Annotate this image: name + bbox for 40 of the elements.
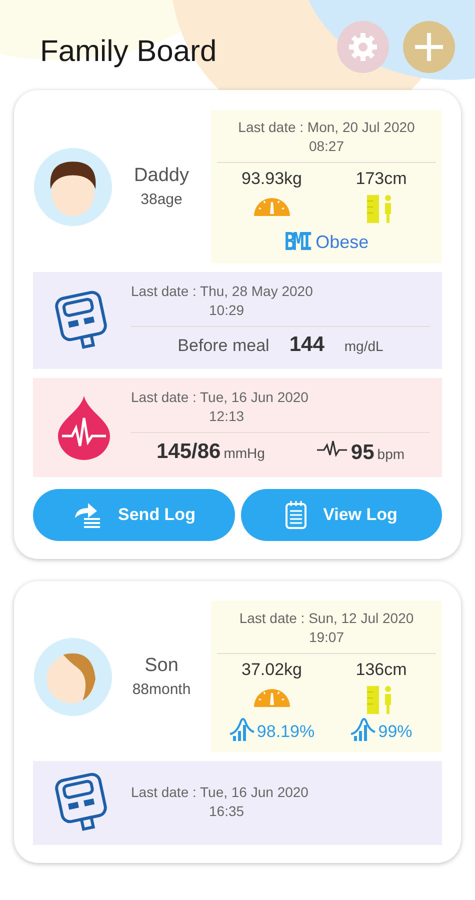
page-title: Family Board — [40, 35, 218, 69]
bmi-status: Obese — [316, 232, 369, 252]
last-date: Last date : Tue, 16 Jun 2020 — [131, 783, 310, 802]
last-time: 12:13 — [209, 408, 244, 424]
last-date: Last date : Tue, 16 Jun 2020 — [131, 388, 310, 407]
member-age: 38age — [140, 191, 182, 208]
pulse-unit: bpm — [377, 446, 405, 462]
weight-percentile: 98.19% — [256, 722, 315, 742]
blood-drop-icon — [56, 394, 112, 460]
glucose-unit: mg/dL — [344, 338, 384, 354]
send-log-button[interactable]: Send Log — [33, 489, 234, 541]
heartbeat-icon — [316, 439, 348, 459]
view-log-button[interactable]: View Log — [240, 489, 442, 541]
member-age: 88month — [132, 681, 191, 698]
last-date: Last date : Mon, 20 Jul 2020 — [237, 118, 416, 137]
blood-pressure-unit: mmHg — [224, 445, 265, 461]
blood-pressure-value: 145/86 — [156, 440, 221, 464]
last-time: 16:35 — [209, 803, 244, 819]
notepad-icon — [285, 501, 308, 529]
bmi-label: BMI — [284, 228, 310, 256]
last-date: Last date : Thu, 28 May 2020 — [131, 282, 314, 301]
member-name: Daddy — [134, 165, 189, 187]
percentile-chart-icon — [228, 716, 255, 742]
last-date: Last date : Sun, 12 Jul 2020 — [238, 609, 415, 628]
meal-timing: Before meal — [178, 336, 270, 356]
percentile-chart-icon — [350, 716, 376, 742]
weight-value: 37.02kg — [242, 660, 302, 680]
last-time: 10:29 — [209, 302, 244, 318]
plus-icon — [414, 32, 444, 62]
height-value: 173cm — [356, 169, 407, 189]
height-value: 136cm — [356, 660, 407, 680]
last-time: 19:07 — [308, 628, 346, 647]
last-time: 08:27 — [308, 137, 346, 156]
glucose-value: 144 — [289, 333, 324, 357]
share-icon — [72, 502, 102, 528]
weight-value: 93.93kg — [242, 169, 302, 189]
pulse-value: 95 — [350, 441, 374, 465]
member-name: Son — [144, 655, 178, 677]
height-percentile: 99% — [378, 722, 412, 742]
settings-icon — [348, 32, 378, 62]
